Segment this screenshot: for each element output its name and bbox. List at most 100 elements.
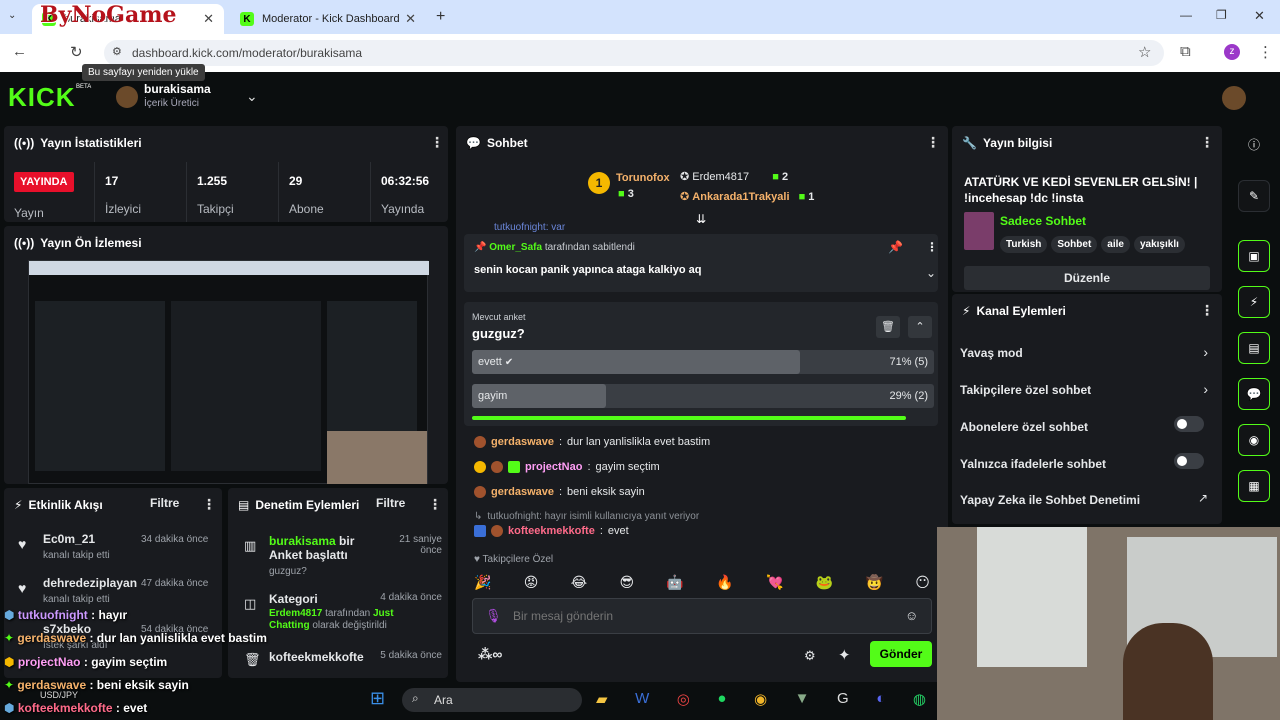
windows-start-icon[interactable]: ⊞ (370, 688, 385, 709)
emote-icon[interactable]: 🎉 (474, 574, 491, 594)
voted-check-icon: ✔ (504, 357, 514, 368)
info-menu-icon[interactable]: ⋮ (1200, 134, 1214, 151)
actions-menu-icon[interactable]: ⋮ (1200, 302, 1214, 319)
chat-input[interactable] (513, 605, 893, 627)
gift-icon: ■ (772, 171, 779, 183)
word-icon[interactable]: W (635, 690, 649, 708)
reload-tooltip: Bu sayfayı yeniden yükle (82, 64, 205, 81)
delete-poll-icon[interactable]: 🗑 (876, 316, 900, 338)
chat-user[interactable]: gerdaswave (491, 486, 554, 498)
chrome-icon[interactable]: ◉ (754, 690, 767, 708)
poll-option[interactable]: gayim 29% (2) (472, 384, 934, 408)
tab-moderator[interactable]: K Moderator - Kick Dashboard ✕ (230, 4, 426, 34)
stat-value: 17 (105, 174, 119, 188)
close-tab-icon[interactable]: ✕ (405, 11, 416, 27)
broadcast-rail-icon[interactable]: ◉ (1238, 424, 1270, 456)
send-button[interactable]: Gönder (870, 641, 932, 667)
streamer-figure (1123, 623, 1213, 720)
taskbar-search[interactable]: ⌕ Ara (402, 688, 582, 712)
preview-left-col (35, 301, 165, 471)
emote-icon[interactable]: 😡 (524, 574, 539, 594)
tag: Sohbet (1051, 236, 1098, 253)
sub-only-toggle[interactable] (1174, 416, 1204, 432)
collapse-poll-icon[interactable]: ⌃ (908, 316, 932, 338)
category-name[interactable]: Sadece Sohbet (1000, 214, 1086, 228)
sub-badge-icon: ✦ (4, 678, 15, 692)
chat-gift-icon[interactable]: ✦ (838, 646, 851, 664)
site-info-icon[interactable]: ⚙ (112, 45, 122, 58)
user-avatar[interactable] (1222, 86, 1246, 110)
close-tab-icon[interactable]: ✕ (203, 11, 214, 27)
pinned-text: senin kocan panik yapınca ataga kalkiyo … (474, 264, 702, 276)
app-icon[interactable]: G (837, 690, 849, 708)
live-badge: YAYINDA (14, 172, 74, 192)
unpin-icon[interactable]: 📌 (888, 240, 903, 254)
kick-logo[interactable]: KICK (8, 82, 76, 113)
reply-arrow-icon: ↳ (474, 511, 483, 522)
moderation-menu-icon[interactable]: ⋮ (428, 496, 442, 513)
emoji-picker-icon[interactable]: ☺ (905, 608, 918, 623)
tab-list-icon[interactable]: ⌄ (8, 10, 16, 21)
moderation-filter-button[interactable]: Filtre (376, 496, 405, 510)
pinned-expand-icon[interactable]: ⌄ (926, 266, 936, 280)
activity-filter-button[interactable]: Filtre (150, 496, 179, 510)
url-field[interactable]: ⚙ dashboard.kick.com/moderator/burakisam… (104, 40, 1164, 66)
chat-user[interactable]: kofteekmekkofte (508, 525, 595, 537)
pinned-menu-icon[interactable]: ⋮ (926, 240, 938, 254)
chat-rail-icon[interactable]: 💬 (1238, 378, 1270, 410)
stats-menu-icon[interactable]: ⋮ (430, 134, 444, 151)
overlay-text: gayim seçtim (91, 655, 168, 669)
edit-button[interactable]: Düzenle (964, 266, 1210, 290)
restore-icon[interactable]: ❐ (1216, 8, 1227, 22)
chat-text: dur lan yanlislikla evet bastim (567, 436, 711, 448)
emote-icon[interactable]: 🔥 (716, 574, 733, 594)
file-explorer-icon[interactable]: ▰ (596, 690, 608, 708)
emote-icon[interactable]: 💘 (766, 574, 783, 594)
back-icon[interactable]: ← (12, 43, 27, 60)
moderation-title-text: Denetim Eylemleri (255, 498, 360, 512)
emote-icon[interactable]: 😎 (619, 574, 634, 594)
whatsapp-icon[interactable]: ◍ (913, 690, 926, 708)
microphone-icon[interactable]: 🎙 (485, 608, 502, 624)
extensions-icon[interactable]: ⧉ (1180, 43, 1191, 60)
minimize-icon[interactable]: — (1180, 8, 1192, 22)
emote-icon[interactable]: 🐸 (816, 574, 833, 594)
action-follower-only[interactable]: Takipçilere özel sohbet › (960, 381, 1214, 401)
channel-avatar[interactable] (116, 86, 138, 108)
stat-value: 1.255 (197, 174, 228, 188)
action-ai-moderation[interactable]: Yapay Zeka ile Sohbet Denetimi ↗ (960, 491, 1214, 511)
pencil-rail-icon[interactable]: ✎ (1238, 180, 1270, 212)
emote-icon[interactable]: 😂 (571, 574, 587, 594)
collapse-leaderboard-icon[interactable]: ⇊ (696, 212, 706, 226)
profile-avatar[interactable]: z (1224, 44, 1240, 60)
emote-only-toggle[interactable] (1174, 453, 1204, 469)
chat-input-box[interactable]: 🎙 ☺ (472, 598, 932, 634)
layout-rail-icon[interactable]: ▦ (1238, 470, 1270, 502)
chat-settings-icon[interactable]: ⚙ (804, 648, 816, 664)
channel-switch-chevron-icon[interactable]: ⌄ (246, 88, 258, 105)
browser-menu-icon[interactable]: ⋮ (1258, 43, 1273, 61)
chat-user[interactable]: gerdaswave (491, 436, 554, 448)
chat-users-icon[interactable]: ⁂∞ (478, 646, 502, 663)
spotify-icon[interactable]: ● (717, 690, 726, 708)
info-rail-icon[interactable]: ⓘ (1238, 136, 1270, 158)
new-tab-icon[interactable]: + (436, 8, 445, 26)
document-rail-icon[interactable]: ▤ (1238, 332, 1270, 364)
emote-icon[interactable]: 😶 (915, 574, 930, 594)
activity-menu-icon[interactable]: ⋮ (202, 496, 216, 513)
emote-icon[interactable]: 🤠 (866, 574, 883, 594)
game-icon[interactable]: ▼ (795, 690, 810, 708)
action-slow-mode[interactable]: Yavaş mod › (960, 344, 1214, 364)
chat-menu-icon[interactable]: ⋮ (926, 134, 940, 151)
emote-icon[interactable]: 🤖 (666, 574, 683, 594)
chat-user[interactable]: projectNao (525, 461, 582, 473)
poll-option[interactable]: evett ✔ 71% (5) (472, 350, 934, 374)
lightning-rail-icon[interactable]: ⚡ (1238, 286, 1270, 318)
discord-icon[interactable]: ◐ (876, 690, 885, 708)
reload-icon[interactable]: ↻ (70, 43, 83, 61)
preview-video[interactable] (28, 260, 429, 484)
bookmark-star-icon[interactable]: ☆ (1138, 43, 1151, 61)
close-window-icon[interactable]: ✕ (1254, 8, 1265, 24)
opera-icon[interactable]: ◎ (677, 690, 690, 708)
clip-rail-icon[interactable]: ▣ (1238, 240, 1270, 272)
